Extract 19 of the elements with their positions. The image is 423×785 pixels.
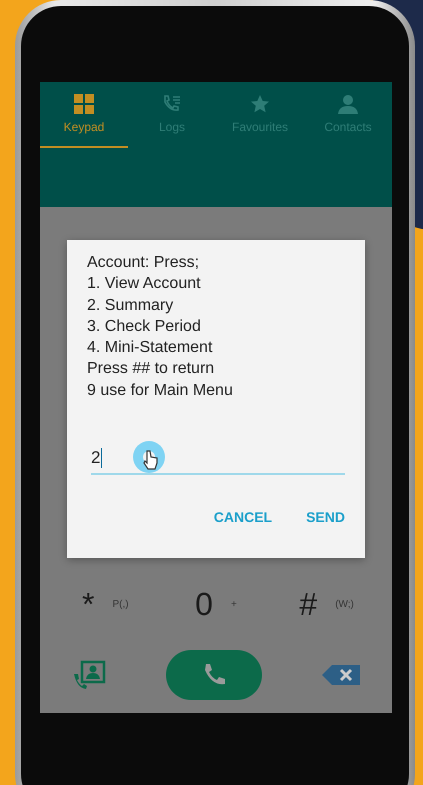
tab[interactable]: Keypad — [40, 82, 128, 148]
dialog-button[interactable]: SEND — [306, 509, 345, 526]
message-line: 3. Check Period — [87, 316, 202, 337]
person-icon — [338, 94, 358, 114]
input-field[interactable]: 2 — [91, 443, 345, 476]
message-line: 4. Mini-Statement — [87, 338, 214, 358]
call-log-icon — [162, 94, 182, 114]
message-line: 2. Summary — [87, 296, 174, 316]
keypad-key[interactable]: 0 + — [166, 586, 266, 623]
message-line: Press ## to return — [87, 359, 216, 380]
grid-icon — [74, 94, 94, 114]
message-line: 1. View Account — [87, 274, 202, 294]
message-line: 9 use for Main Menu — [87, 380, 234, 401]
message-line: Account: Press; — [87, 253, 200, 273]
keypad-key[interactable]: # (W;) — [276, 586, 377, 623]
dialog-button[interactable]: CANCEL — [214, 509, 272, 526]
call-button[interactable] — [166, 650, 262, 700]
star-icon — [250, 94, 270, 114]
keypad-key[interactable]: * P(,) — [55, 586, 156, 623]
